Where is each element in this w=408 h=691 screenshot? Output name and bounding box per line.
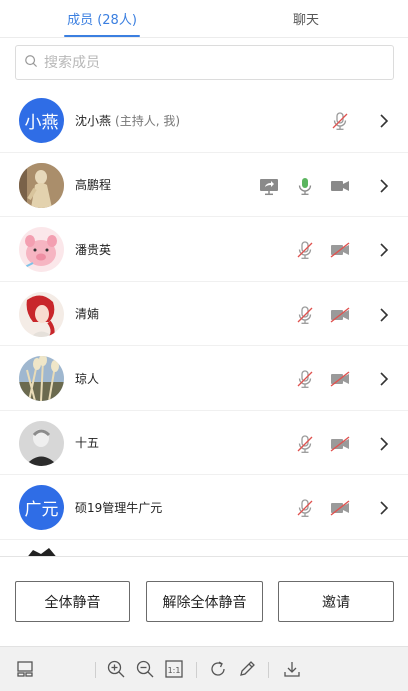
member-name: 琼人 — [75, 371, 100, 386]
member-role: (主持人, 我) — [115, 113, 181, 128]
mic-on-icon[interactable] — [294, 175, 316, 197]
member-list: 小燕 沈小燕 (主持人, 我) 高鹏程 潘贵英 清婻 琼人 十五 广元 硕19管… — [0, 88, 408, 556]
avatar — [19, 420, 64, 466]
avatar — [19, 356, 64, 401]
mic-muted-icon[interactable] — [294, 368, 316, 390]
mic-muted-icon[interactable] — [294, 239, 316, 261]
mute-all-button[interactable]: 全体静音 — [15, 581, 130, 622]
unmute-all-button[interactable]: 解除全体静音 — [146, 581, 263, 622]
member-row[interactable]: 广元 硕19管理牛广元 — [0, 475, 408, 540]
member-row[interactable]: 小燕 沈小燕 (主持人, 我) — [0, 88, 408, 153]
camera-off-icon[interactable] — [329, 304, 351, 326]
toolbar-divider — [268, 662, 269, 678]
member-name: 清婻 — [75, 307, 100, 321]
avatar: 广元 — [19, 485, 64, 530]
avatar — [27, 547, 57, 556]
member-name: 硕19管理牛广元 — [75, 500, 163, 515]
camera-off-icon[interactable] — [329, 497, 351, 519]
pen-icon[interactable] — [237, 659, 257, 679]
screen-share-icon[interactable] — [258, 175, 280, 197]
chevron-right-icon[interactable] — [373, 433, 395, 455]
invite-button[interactable]: 邀请 — [278, 581, 394, 622]
search-input[interactable] — [44, 54, 364, 71]
mic-muted-icon[interactable] — [329, 110, 351, 132]
actual-size-icon[interactable]: 1:1 — [164, 659, 184, 679]
chevron-right-icon[interactable] — [373, 497, 395, 519]
search-box[interactable] — [15, 45, 394, 80]
action-bar: 全体静音 解除全体静音 邀请 — [0, 556, 408, 646]
member-row-partial[interactable] — [0, 540, 408, 556]
camera-off-icon[interactable] — [329, 433, 351, 455]
member-row[interactable]: 琼人 — [0, 346, 408, 411]
members-panel: 成员 (28人) 聊天 小燕 沈小燕 (主持人, 我) — [0, 0, 408, 691]
member-name: 沈小燕 — [75, 113, 112, 128]
member-row[interactable]: 潘贵英 — [0, 217, 408, 282]
rotate-icon[interactable] — [208, 659, 228, 679]
member-row[interactable]: 高鹏程 — [0, 153, 408, 217]
member-row[interactable]: 十五 — [0, 411, 408, 475]
zoom-out-icon[interactable] — [135, 659, 155, 679]
tab-bar: 成员 (28人) 聊天 — [0, 0, 408, 38]
avatar — [19, 227, 64, 272]
toolbar-divider — [95, 662, 96, 678]
svg-text:1:1: 1:1 — [168, 666, 181, 675]
member-name: 高鹏程 — [75, 178, 112, 192]
search-icon — [24, 53, 38, 72]
chevron-right-icon[interactable] — [373, 110, 395, 132]
avatar: 小燕 — [19, 98, 64, 143]
mic-muted-icon[interactable] — [294, 497, 316, 519]
mic-muted-icon[interactable] — [294, 304, 316, 326]
tab-members[interactable]: 成员 (28人) — [0, 0, 204, 37]
member-name: 十五 — [75, 436, 100, 450]
member-name: 潘贵英 — [75, 242, 112, 257]
chevron-right-icon[interactable] — [373, 175, 395, 197]
camera-on-icon[interactable] — [329, 175, 351, 197]
zoom-in-icon[interactable] — [106, 659, 126, 679]
download-icon[interactable] — [282, 659, 302, 679]
chevron-right-icon[interactable] — [373, 368, 395, 390]
chevron-right-icon[interactable] — [373, 304, 395, 326]
avatar — [19, 162, 64, 208]
camera-off-icon[interactable] — [329, 368, 351, 390]
mic-muted-icon[interactable] — [294, 433, 316, 455]
layout-icon[interactable] — [15, 659, 35, 679]
viewer-toolbar: 1:1 — [0, 646, 408, 691]
toolbar-divider — [196, 662, 197, 678]
member-row[interactable]: 清婻 — [0, 282, 408, 346]
camera-off-icon[interactable] — [329, 239, 351, 261]
avatar — [19, 291, 64, 337]
chevron-right-icon[interactable] — [373, 239, 395, 261]
tab-chat[interactable]: 聊天 — [204, 0, 408, 37]
